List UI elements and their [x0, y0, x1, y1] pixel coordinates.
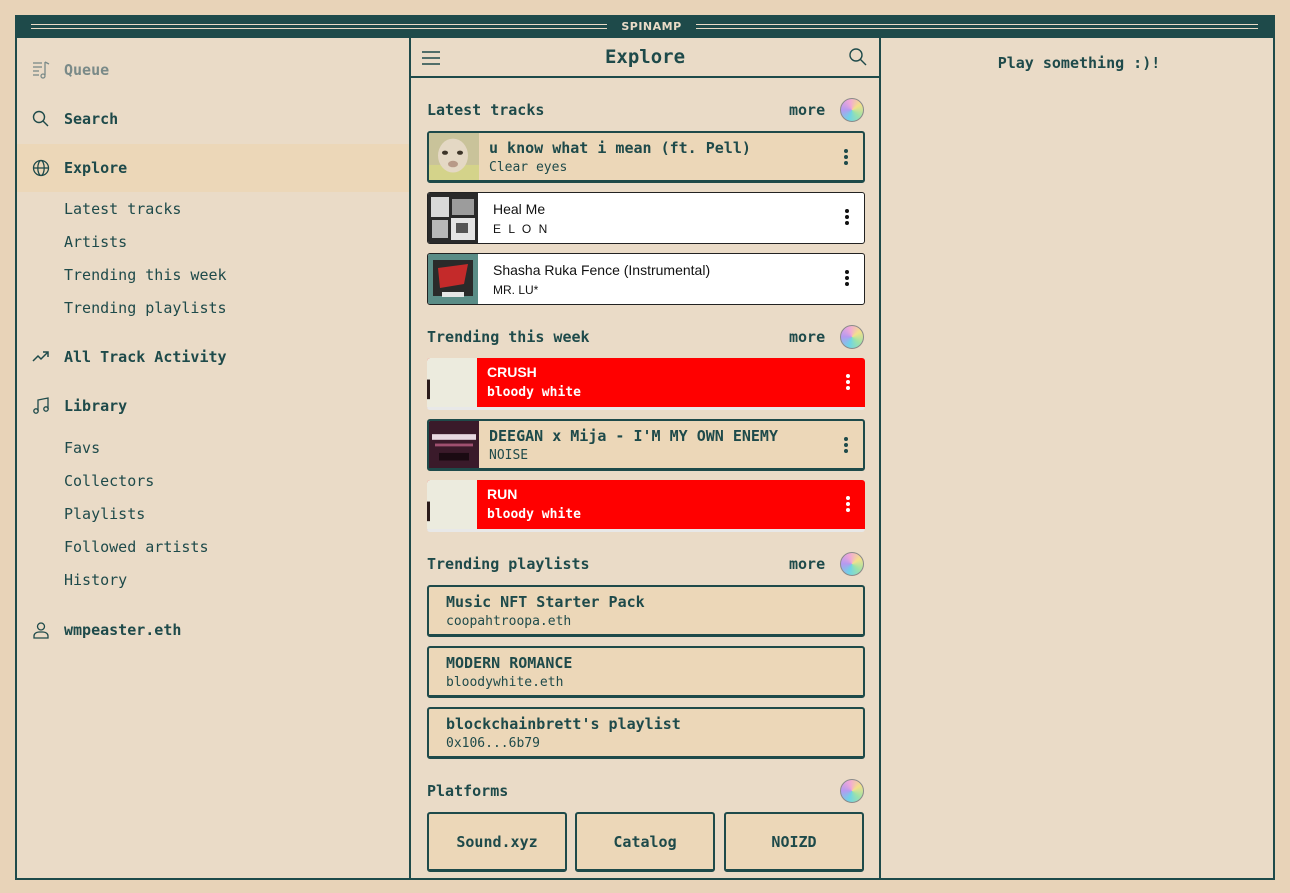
globe-icon	[32, 159, 50, 177]
sidebar-item-queue[interactable]: Queue	[17, 46, 409, 94]
latest-tracks-heading: Latest tracks	[427, 101, 545, 119]
track-artist: bloody white	[487, 507, 581, 522]
trending-playlists-more-link[interactable]: more	[789, 554, 825, 574]
album-art	[428, 193, 478, 243]
track-artist: Clear eyes	[489, 160, 568, 175]
sidebar-item-label: All Track Activity	[64, 348, 227, 366]
page-title: Explore	[604, 46, 686, 68]
album-art	[429, 421, 479, 468]
playlist-title: blockchainbrett's playlist	[446, 715, 681, 733]
explore-panel: Explore Latest tracks more u know what i…	[409, 38, 881, 880]
sidebar-item-all-track-activity[interactable]: All Track Activity	[17, 333, 409, 381]
title-bar-rule-left	[31, 24, 607, 29]
playlist-owner: bloodywhite.eth	[446, 675, 564, 690]
track-artist: bloody white	[487, 385, 581, 400]
sidebar-item-explore[interactable]: Explore	[17, 144, 409, 192]
track-title: u know what i mean (ft. Pell)	[489, 139, 751, 157]
track-row[interactable]: u know what i mean (ft. Pell) Clear eyes	[427, 131, 865, 183]
more-options-icon[interactable]	[844, 208, 850, 226]
track-row[interactable]: DEEGAN x Mija - I'M MY OWN ENEMY NOISE	[427, 419, 865, 471]
trending-week-more-link[interactable]: more	[789, 327, 825, 347]
track-artist: MR. LU*	[493, 283, 539, 297]
sidebar-subitem-trending-playlists[interactable]: Trending playlists	[64, 298, 227, 318]
track-title: RUN	[487, 486, 518, 502]
more-options-icon[interactable]	[843, 436, 849, 454]
trending-up-icon	[32, 351, 49, 362]
track-title: CRUSH	[487, 364, 537, 380]
sidebar-subitem-followed-artists[interactable]: Followed artists	[64, 537, 209, 557]
trending-week-heading: Trending this week	[427, 328, 590, 346]
album-art	[429, 133, 479, 180]
track-title: Heal Me	[493, 201, 546, 217]
track-row[interactable]: RUN bloody white	[427, 480, 865, 532]
more-options-icon[interactable]	[844, 269, 850, 287]
track-title: DEEGAN x Mija - I'M MY OWN ENEMY	[489, 427, 778, 445]
trending-week-orb-icon[interactable]	[840, 325, 864, 349]
title-bar-rule-right	[696, 24, 1258, 29]
more-options-icon[interactable]	[843, 148, 849, 166]
platforms-heading: Platforms	[427, 782, 509, 800]
platform-noizd-button[interactable]: NOIZD	[724, 812, 864, 872]
search-icon	[32, 110, 49, 127]
sidebar-item-label: Queue	[64, 61, 110, 79]
app-title: SPINAMP	[621, 20, 682, 33]
platform-sound-xyz-button[interactable]: Sound.xyz	[427, 812, 567, 872]
platform-catalog-button[interactable]: Catalog	[575, 812, 715, 872]
track-title: Shasha Ruka Fence (Instrumental)	[493, 262, 711, 278]
latest-tracks-more-link[interactable]: more	[789, 100, 825, 120]
sidebar-item-search[interactable]: Search	[17, 95, 409, 143]
title-bar: SPINAMP	[17, 17, 1273, 38]
playlist-card[interactable]: MODERN ROMANCE bloodywhite.eth	[427, 646, 865, 698]
player-empty-message: Play something :)!	[997, 54, 1161, 72]
more-options-icon[interactable]	[845, 495, 851, 513]
music-note-icon	[33, 397, 49, 414]
sidebar-subitem-collectors[interactable]: Collectors	[64, 471, 154, 491]
latest-tracks-orb-icon[interactable]	[840, 98, 864, 122]
app-window: SPINAMP Queue Search Explore Latest trac…	[15, 15, 1275, 880]
sidebar-subitem-latest-tracks[interactable]: Latest tracks	[64, 199, 181, 219]
track-artist: E L O N	[493, 222, 550, 236]
sidebar-item-label: wmpeaster.eth	[64, 621, 182, 639]
playlist-card[interactable]: Music NFT Starter Pack coopahtroopa.eth	[427, 585, 865, 637]
search-icon[interactable]	[848, 47, 868, 67]
explore-header: Explore	[411, 38, 879, 78]
playlist-card[interactable]: blockchainbrett's playlist 0x106...6b79	[427, 707, 865, 759]
track-artist: NOISE	[489, 448, 529, 463]
trending-playlists-heading: Trending playlists	[427, 555, 590, 573]
playlist-title: MODERN ROMANCE	[446, 654, 573, 672]
playlist-owner: coopahtroopa.eth	[446, 614, 572, 629]
trending-playlists-orb-icon[interactable]	[840, 552, 864, 576]
queue-icon	[33, 61, 50, 79]
sidebar-subitem-history[interactable]: History	[64, 570, 127, 590]
album-art	[428, 254, 478, 304]
sidebar-item-label: Explore	[64, 159, 128, 177]
sidebar-subitem-playlists[interactable]: Playlists	[64, 504, 145, 524]
track-row[interactable]: Shasha Ruka Fence (Instrumental) MR. LU*	[427, 253, 865, 305]
sidebar-subitem-trending-this-week[interactable]: Trending this week	[64, 265, 227, 285]
sidebar-item-library[interactable]: Library	[17, 382, 409, 430]
sidebar-item-label: Library	[64, 397, 128, 415]
platforms-orb-icon[interactable]	[840, 779, 864, 803]
sidebar-item-label: Search	[64, 110, 119, 128]
playlist-title: Music NFT Starter Pack	[446, 593, 645, 611]
track-row[interactable]: CRUSH bloody white	[427, 358, 865, 410]
album-art	[427, 480, 477, 529]
album-art	[427, 358, 477, 407]
user-icon	[33, 622, 49, 639]
more-options-icon[interactable]	[845, 373, 851, 391]
track-row[interactable]: Heal Me E L O N	[427, 192, 865, 244]
sidebar-subitem-favs[interactable]: Favs	[64, 438, 100, 458]
player-panel: Play something :)!	[883, 38, 1275, 880]
sidebar-subitem-artists[interactable]: Artists	[64, 232, 127, 252]
sidebar-item-account[interactable]: wmpeaster.eth	[17, 606, 409, 654]
sidebar: Queue Search Explore Latest tracks Artis…	[17, 38, 409, 880]
playlist-owner: 0x106...6b79	[446, 736, 540, 751]
